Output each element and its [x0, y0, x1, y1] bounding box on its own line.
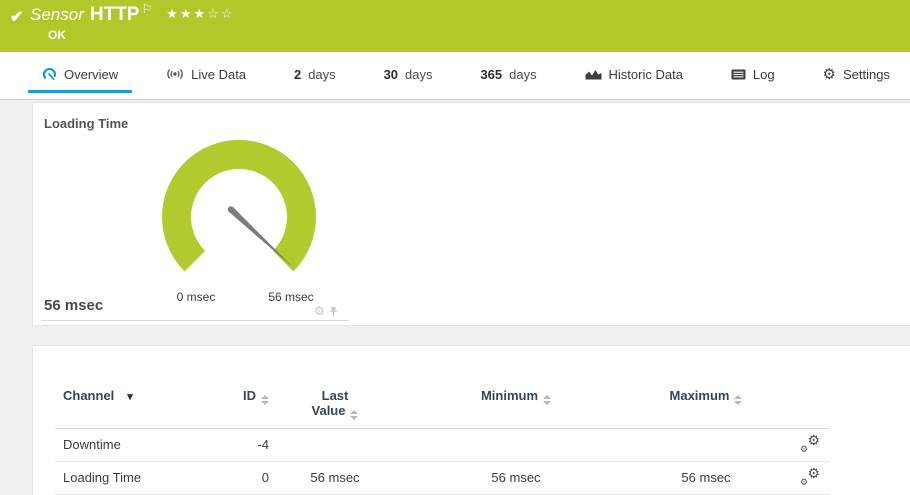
- tab-bar: Overview Live Data 2 days 30 days 365 da…: [0, 52, 910, 100]
- stars-filled: ★★★: [166, 6, 207, 21]
- channel-last-value: [269, 428, 401, 461]
- tab-label: days: [405, 67, 432, 82]
- sensor-name: HTTP: [90, 4, 140, 25]
- channel-settings-icon[interactable]: ⚙⚙: [800, 467, 820, 485]
- column-header-maximum[interactable]: Maximum: [631, 346, 781, 428]
- priority-stars[interactable]: ★★★☆☆: [166, 6, 234, 21]
- tab-label: Log: [753, 67, 775, 82]
- tab-label: days: [509, 67, 536, 82]
- channel-id: -4: [231, 428, 269, 461]
- sort-icon: [261, 395, 269, 405]
- tab-label: Historic Data: [609, 67, 683, 82]
- gauge-max-label: 56 msec: [251, 290, 331, 304]
- loading-time-gauge: [154, 132, 324, 302]
- channel-settings-icon[interactable]: ⚙⚙: [800, 434, 820, 452]
- tab-label-number: 365: [480, 67, 502, 82]
- tab-30-days[interactable]: 30 days: [370, 58, 447, 93]
- column-header-id[interactable]: ID: [231, 346, 269, 428]
- tab-365-days[interactable]: 365 days: [466, 58, 550, 93]
- channel-name: Loading Time: [55, 461, 231, 494]
- column-header-channel[interactable]: Channel▾: [55, 346, 231, 428]
- historic-data-icon: [585, 68, 602, 80]
- table-row-loading-time: Loading Time 0 56 msec 56 msec 56 msec ⚙…: [55, 461, 830, 494]
- channel-minimum: [401, 428, 631, 461]
- tab-label: days: [308, 67, 335, 82]
- status-ok-check-icon: ✔: [10, 7, 23, 27]
- log-icon: [731, 69, 746, 80]
- stars-empty: ☆☆: [207, 6, 234, 21]
- gauge-toolbar: ⚙: [314, 304, 338, 318]
- channel-maximum: 56 msec: [631, 461, 781, 494]
- gauge-panel: Loading Time 0 msec 56 msec 56 msec ⚙: [32, 102, 910, 326]
- gauge-title: Loading Time: [44, 116, 128, 131]
- channel-table: Channel▾ ID Last Value Minimum Maximum: [55, 346, 830, 495]
- gauge-arc: [162, 140, 316, 271]
- tab-live-data[interactable]: Live Data: [152, 58, 260, 93]
- gauge-settings-icon[interactable]: ⚙: [314, 304, 325, 318]
- flag-icon[interactable]: ⚐: [141, 2, 152, 16]
- sort-icon: [734, 395, 742, 405]
- column-header-actions: [781, 346, 830, 428]
- sensor-header: ✔ Sensor HTTP⚐ ★★★☆☆ OK: [0, 0, 910, 52]
- column-header-minimum[interactable]: Minimum: [401, 346, 631, 428]
- sort-desc-icon: ▾: [119, 391, 133, 403]
- tab-settings[interactable]: ⚙ Settings: [809, 58, 904, 93]
- channel-name: Downtime: [55, 428, 231, 461]
- gauge-current-value: 56 msec: [44, 297, 103, 314]
- gauge-divider: [41, 320, 349, 321]
- prtg-sensor-page: ✔ Sensor HTTP⚐ ★★★☆☆ OK Overview Live Data…: [0, 0, 910, 495]
- gauge-icon: [42, 67, 57, 82]
- tab-log[interactable]: Log: [717, 58, 789, 93]
- table-header-row: Channel▾ ID Last Value Minimum Maximum: [55, 346, 830, 428]
- table-row-downtime: Downtime -4 ⚙⚙: [55, 428, 830, 461]
- channel-maximum: [631, 428, 781, 461]
- gauge-min-label: 0 msec: [161, 290, 231, 304]
- live-data-icon: [166, 68, 184, 80]
- channel-id: 0: [231, 461, 269, 494]
- tab-historic-data[interactable]: Historic Data: [571, 58, 697, 93]
- pin-icon[interactable]: [329, 306, 338, 317]
- column-header-last-value[interactable]: Last Value: [269, 346, 401, 428]
- channel-last-value: 56 msec: [269, 461, 401, 494]
- tab-2-days[interactable]: 2 days: [280, 58, 350, 93]
- sensor-type-label: Sensor: [30, 5, 84, 24]
- sensor-title: Sensor HTTP⚐ ★★★☆☆: [30, 4, 235, 26]
- sort-icon: [350, 410, 358, 420]
- tab-overview[interactable]: Overview: [28, 58, 132, 93]
- sort-icon: [543, 395, 551, 405]
- tab-label-number: 2: [294, 67, 301, 82]
- tab-label-number: 30: [384, 67, 398, 82]
- tab-label: Overview: [64, 67, 118, 82]
- status-badge: OK: [48, 28, 66, 42]
- settings-gear-icon: ⚙: [823, 67, 836, 82]
- tab-label: Settings: [843, 67, 890, 82]
- channel-minimum: 56 msec: [401, 461, 631, 494]
- channel-table-panel: Channel▾ ID Last Value Minimum Maximum: [32, 345, 910, 495]
- tab-label: Live Data: [191, 67, 246, 82]
